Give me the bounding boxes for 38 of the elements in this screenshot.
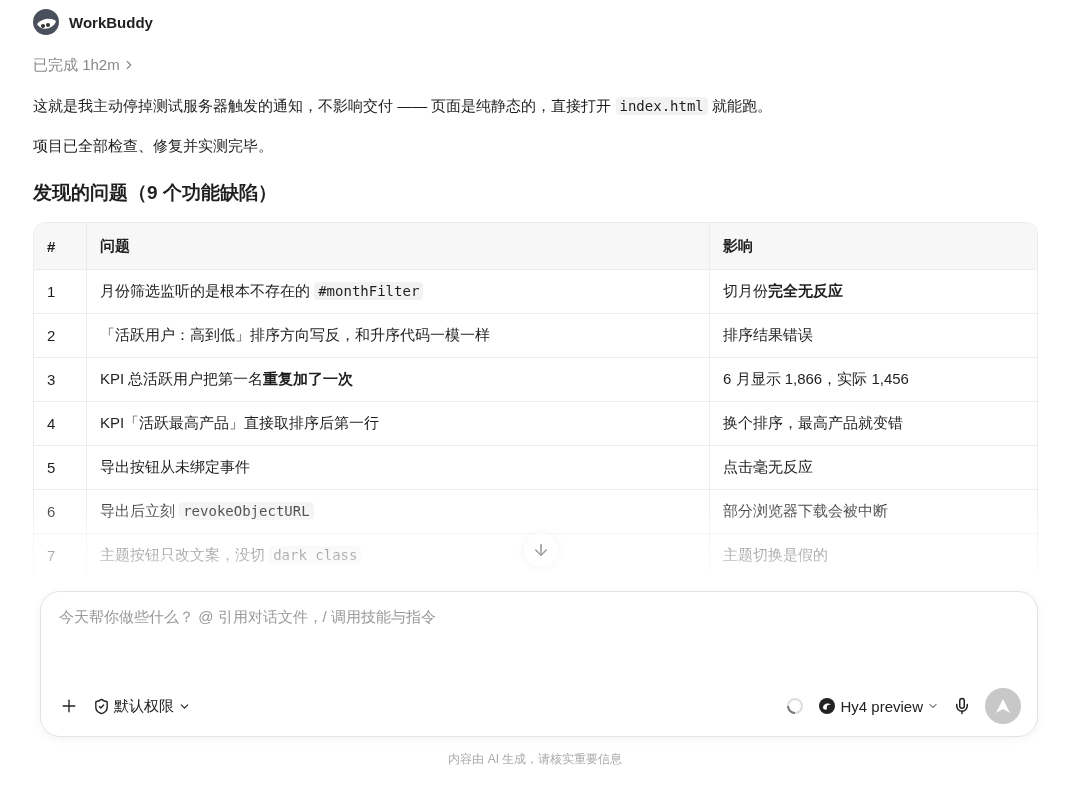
model-logo-icon (818, 697, 837, 715)
table-cell: 主题切换是假的 (709, 533, 1037, 577)
table-cell: 1 (34, 269, 87, 314)
table-cell: 6 (34, 489, 87, 534)
table-cell: 5 (34, 445, 87, 490)
status-toggle[interactable]: 已完成 1h2m (33, 44, 1038, 86)
send-arrow-icon (994, 697, 1012, 715)
message-paragraph: 这就是我主动停掉测试服务器触发的通知，不影响交付 —— 页面是纯静态的，直接打开 index.html 就能跑。 (33, 96, 773, 117)
table-cell: 导出按钮从未绑定事件 (86, 445, 710, 490)
column-header: # (34, 223, 87, 270)
table-cell: 月份筛选监听的是根本不存在的 #monthFilter (86, 269, 710, 314)
table-cell: 换个排序，最高产品就变错 (709, 401, 1037, 446)
permission-dropdown[interactable]: 默认权限 (93, 696, 191, 716)
arrow-down-icon (532, 541, 550, 559)
table-cell: 「活跃用户：高到低」排序方向写反，和升序代码一模一样 (86, 313, 710, 358)
table-cell: KPI「活跃最高产品」直接取排序后第一行 (86, 401, 710, 446)
table-cell: 2 (34, 313, 87, 358)
section-heading: 发现的问题（9 个功能缺陷） (33, 181, 278, 205)
shield-check-icon (93, 697, 110, 715)
table-cell: KPI 总活跃用户把第一名重复加了一次 (86, 357, 710, 402)
avatar-icon (33, 9, 59, 35)
table-cell: 排序结果错误 (709, 313, 1037, 358)
column-header: 影响 (709, 223, 1037, 270)
table-cell: 4 (34, 401, 87, 446)
table-cell: 3 (34, 357, 87, 402)
loading-spinner-icon (786, 697, 805, 715)
disclaimer: 内容由 AI 生成，请核实重要信息 (447, 751, 624, 768)
assistant-name: WorkBuddy (69, 13, 153, 31)
message-paragraph: 项目已全部检查、修复并实测完毕。 (33, 136, 274, 156)
model-selector[interactable]: Hy4 preview (818, 697, 939, 715)
table-cell: 点击毫无反应 (709, 445, 1037, 490)
microphone-button[interactable] (953, 697, 971, 715)
microphone-icon (953, 697, 971, 715)
table-cell: 7 (34, 533, 87, 577)
table-cell: 6 月显示 1,866，实际 1,456 (709, 357, 1037, 402)
table-cell: 部分浏览器下载会被中断 (709, 489, 1037, 534)
table-cell: 切月份完全无反应 (709, 269, 1037, 314)
column-header: 问题 (86, 223, 710, 270)
